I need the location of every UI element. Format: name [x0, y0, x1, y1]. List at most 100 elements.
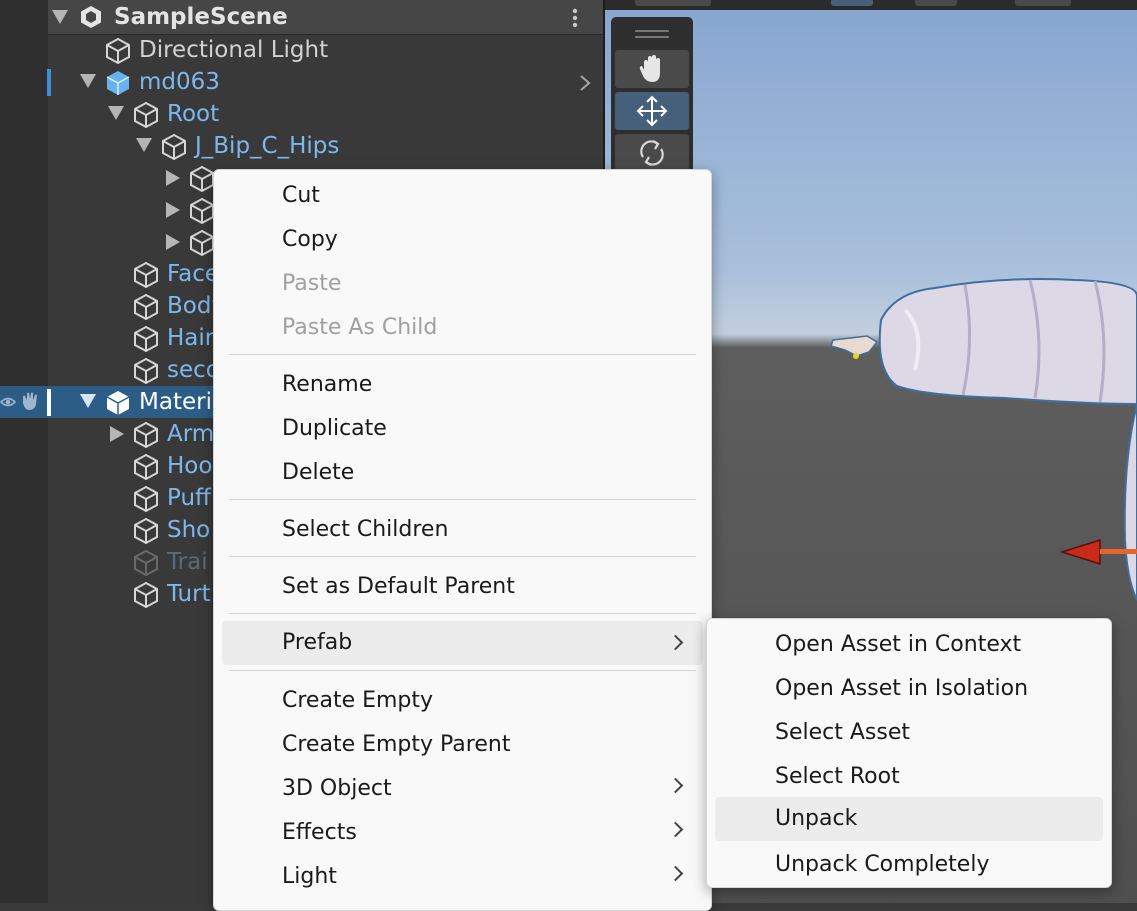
- scene-top-toolbar: [605, 0, 1137, 10]
- menu-item-3d-object[interactable]: 3D Object: [222, 769, 703, 809]
- menu-separator: [229, 556, 696, 557]
- prefab-cube-icon: [106, 71, 130, 95]
- scene-tab-button[interactable]: [915, 0, 957, 6]
- menu-item-label: Select Children: [282, 517, 449, 542]
- visibility-eye-icon[interactable]: [0, 394, 16, 410]
- menu-item-label: Open Asset in Context: [775, 632, 1022, 657]
- menu-item-prefab[interactable]: Prefab: [222, 621, 703, 665]
- hierarchy-item-root[interactable]: Root: [0, 98, 603, 130]
- prefab-override-bar: [47, 389, 51, 416]
- gameobject-cube-icon: [134, 325, 158, 353]
- hierarchy-context-menu: Cut Copy Paste Paste As Child Rename Dup…: [213, 169, 712, 911]
- gameobject-cube-icon: [134, 581, 158, 609]
- hand-tool-button[interactable]: [615, 50, 689, 88]
- menu-item-select-root[interactable]: Select Root: [715, 757, 1103, 797]
- chevron-right-icon[interactable]: [578, 74, 592, 92]
- menu-item-effects[interactable]: Effects: [222, 813, 703, 853]
- menu-item-unpack[interactable]: Unpack: [715, 797, 1103, 841]
- menu-item-create-empty-parent[interactable]: Create Empty Parent: [222, 725, 703, 765]
- hierarchy-item-label: Hair: [167, 325, 215, 351]
- chevron-right-icon: [667, 865, 684, 882]
- scene-tools-overlay: [611, 17, 693, 183]
- chevron-right-icon: [667, 777, 684, 794]
- menu-item-unpack-completely[interactable]: Unpack Completely: [715, 845, 1103, 885]
- menu-item-label: Effects: [282, 820, 357, 845]
- scene-tab-button[interactable]: [635, 0, 711, 6]
- menu-item-select-children[interactable]: Select Children: [222, 510, 703, 550]
- menu-item-delete[interactable]: Delete: [222, 453, 703, 493]
- hierarchy-item-label: Trai: [167, 549, 208, 575]
- menu-item-copy[interactable]: Copy: [222, 220, 703, 260]
- scene-tab-button[interactable]: [1015, 0, 1071, 6]
- menu-item-label: Rename: [282, 372, 373, 397]
- collapsed-arrow-icon[interactable]: [166, 170, 180, 186]
- hierarchy-item-label: J_Bip_C_Hips: [195, 133, 340, 159]
- gameobject-cube-icon: [190, 165, 214, 193]
- chevron-right-icon: [667, 821, 684, 838]
- collapsed-arrow-icon[interactable]: [166, 234, 180, 250]
- gameobject-cube-icon: [134, 453, 158, 481]
- menu-item-cut[interactable]: Cut: [222, 176, 703, 216]
- hierarchy-item-label: Arm: [167, 421, 215, 447]
- hierarchy-item-directional-light[interactable]: Directional Light: [0, 34, 603, 66]
- hierarchy-item-label: Directional Light: [139, 37, 329, 63]
- menu-item-light[interactable]: Light: [222, 857, 703, 897]
- prefab-override-bar: [47, 69, 51, 96]
- gameobject-cube-icon: [190, 197, 214, 225]
- menu-item-label: Set as Default Parent: [282, 574, 515, 599]
- collapsed-arrow-icon[interactable]: [166, 202, 180, 218]
- menu-item-create-empty[interactable]: Create Empty: [222, 681, 703, 721]
- menu-item-rename[interactable]: Rename: [222, 365, 703, 405]
- gameobject-cube-icon: [134, 549, 158, 577]
- menu-item-label: Open Asset in Isolation: [775, 676, 1029, 701]
- gameobject-cube-icon: [134, 421, 158, 449]
- menu-separator: [229, 499, 696, 500]
- gameobject-cube-icon: [134, 101, 158, 129]
- expand-arrow-icon[interactable]: [52, 10, 68, 24]
- drag-handle-icon[interactable]: [635, 30, 669, 32]
- menu-item-set-default-parent[interactable]: Set as Default Parent: [222, 567, 703, 607]
- gameobject-cube-icon: [134, 357, 158, 385]
- collapsed-arrow-icon[interactable]: [110, 426, 124, 442]
- menu-item-label: 3D Object: [282, 776, 392, 801]
- menu-item-duplicate[interactable]: Duplicate: [222, 409, 703, 449]
- move-arrows-icon: [636, 95, 668, 127]
- scene-tab-button[interactable]: [831, 0, 873, 6]
- hierarchy-item-label: Turt: [167, 581, 211, 607]
- gameobject-cube-icon: [106, 37, 130, 65]
- prefab-cube-icon: [106, 391, 130, 415]
- menu-separator: [229, 670, 696, 671]
- menu-item-label: Select Asset: [775, 720, 910, 745]
- expand-arrow-icon[interactable]: [136, 138, 152, 152]
- pickable-hand-icon[interactable]: [19, 391, 43, 413]
- rotate-tool-button[interactable]: [615, 134, 689, 172]
- menu-item-label: Prefab: [282, 630, 353, 655]
- hierarchy-item-md063[interactable]: md063: [0, 66, 603, 98]
- gameobject-cube-icon: [134, 293, 158, 321]
- expand-arrow-icon[interactable]: [80, 394, 96, 408]
- menu-item-label: Unpack Completely: [775, 852, 990, 877]
- menu-item-label: Cut: [282, 183, 320, 208]
- menu-item-select-asset[interactable]: Select Asset: [715, 713, 1103, 753]
- menu-item-open-asset-in-context[interactable]: Open Asset in Context: [715, 625, 1103, 665]
- menu-item-label: Create Empty: [282, 688, 434, 713]
- gameobject-cube-icon: [190, 229, 214, 257]
- scene-name: SampleScene: [114, 4, 288, 30]
- scene-header[interactable]: SampleScene: [48, 0, 603, 35]
- hierarchy-item-label: Root: [167, 101, 220, 127]
- menu-item-label: Create Empty Parent: [282, 732, 511, 757]
- menu-item-label: Paste As Child: [282, 315, 438, 340]
- menu-item-paste-as-child: Paste As Child: [222, 308, 703, 348]
- gameobject-cube-icon: [134, 517, 158, 545]
- hierarchy-item-label: Face: [167, 261, 220, 287]
- hierarchy-item-j-bip-c-hips[interactable]: J_Bip_C_Hips: [0, 130, 603, 162]
- hierarchy-item-label: md063: [139, 69, 220, 95]
- move-tool-button[interactable]: [615, 92, 689, 130]
- expand-arrow-icon[interactable]: [108, 106, 124, 120]
- chevron-right-icon: [667, 634, 684, 651]
- menu-item-label: Light: [282, 864, 337, 889]
- gameobject-cube-icon: [162, 133, 186, 161]
- menu-item-open-asset-in-isolation[interactable]: Open Asset in Isolation: [715, 669, 1103, 709]
- more-options-icon[interactable]: [572, 8, 578, 28]
- expand-arrow-icon[interactable]: [80, 74, 96, 88]
